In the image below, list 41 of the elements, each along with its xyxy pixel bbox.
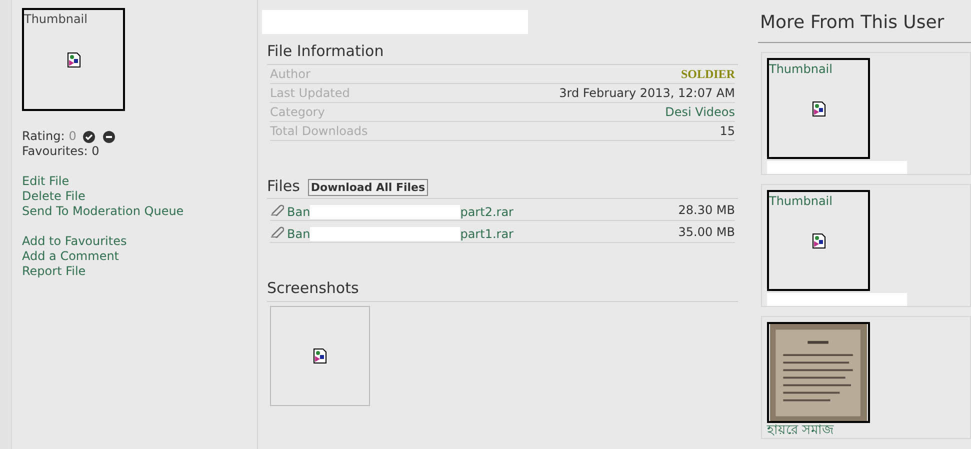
action-link[interactable]: Edit File xyxy=(22,174,70,189)
broken-image-icon xyxy=(66,52,82,68)
favourites-count: Favourites: 0 xyxy=(22,144,100,159)
action-link[interactable]: Report File xyxy=(22,264,86,279)
minus-circle-icon[interactable] xyxy=(103,130,116,142)
download-all-button[interactable]: Download All Files xyxy=(308,179,428,196)
info-value: 15 xyxy=(720,122,735,140)
action-link[interactable]: Add to Favourites xyxy=(22,234,127,249)
action-link[interactable]: Add a Comment xyxy=(22,249,120,264)
section-heading: Screenshots xyxy=(267,279,359,297)
info-label: Last Updated xyxy=(270,84,350,102)
section-heading: More From This User xyxy=(760,12,944,33)
rating-value: 0 xyxy=(68,129,76,144)
paperclip-icon xyxy=(270,203,284,216)
info-value[interactable]: Desi Videos xyxy=(665,102,735,120)
file-link[interactable]: Ban part2.rar xyxy=(287,202,514,220)
thumbnail-frame[interactable]: Thumbnail xyxy=(22,8,125,111)
file-title-link[interactable]: হায়রে সমাজ xyxy=(767,423,970,438)
file-size: 28.30 MB xyxy=(678,202,735,218)
file-size: 35.00 MB xyxy=(678,224,735,240)
paperclip-icon xyxy=(270,225,284,238)
thumbnail-label: Thumbnail xyxy=(769,193,832,210)
file-link[interactable]: Ban part1.rar xyxy=(287,224,514,242)
section-heading: Files xyxy=(267,176,300,196)
action-link[interactable]: Send To Moderation Queue xyxy=(22,204,184,219)
rating-label: Rating: xyxy=(22,129,65,144)
thumbnail-frame[interactable]: Thumbnail xyxy=(767,58,870,160)
broken-image-icon xyxy=(810,232,826,249)
info-label: Category xyxy=(270,104,325,120)
info-label: Author xyxy=(270,66,310,82)
broken-image-icon xyxy=(312,348,328,364)
check-circle-icon[interactable] xyxy=(83,130,96,142)
info-label: Total Downloads xyxy=(270,122,368,140)
thumbnail-frame[interactable]: Thumbnail xyxy=(767,190,870,292)
section-heading: File Information xyxy=(267,42,384,60)
thumbnail-label: Thumbnail xyxy=(24,11,88,28)
info-value: 3rd February 2013, 12:07 AM xyxy=(559,84,735,102)
thumbnail-label: Thumbnail xyxy=(769,61,832,78)
action-link[interactable]: Delete File xyxy=(22,189,86,204)
info-value[interactable]: SOLDIER xyxy=(680,64,735,82)
broken-image-icon xyxy=(810,100,826,117)
